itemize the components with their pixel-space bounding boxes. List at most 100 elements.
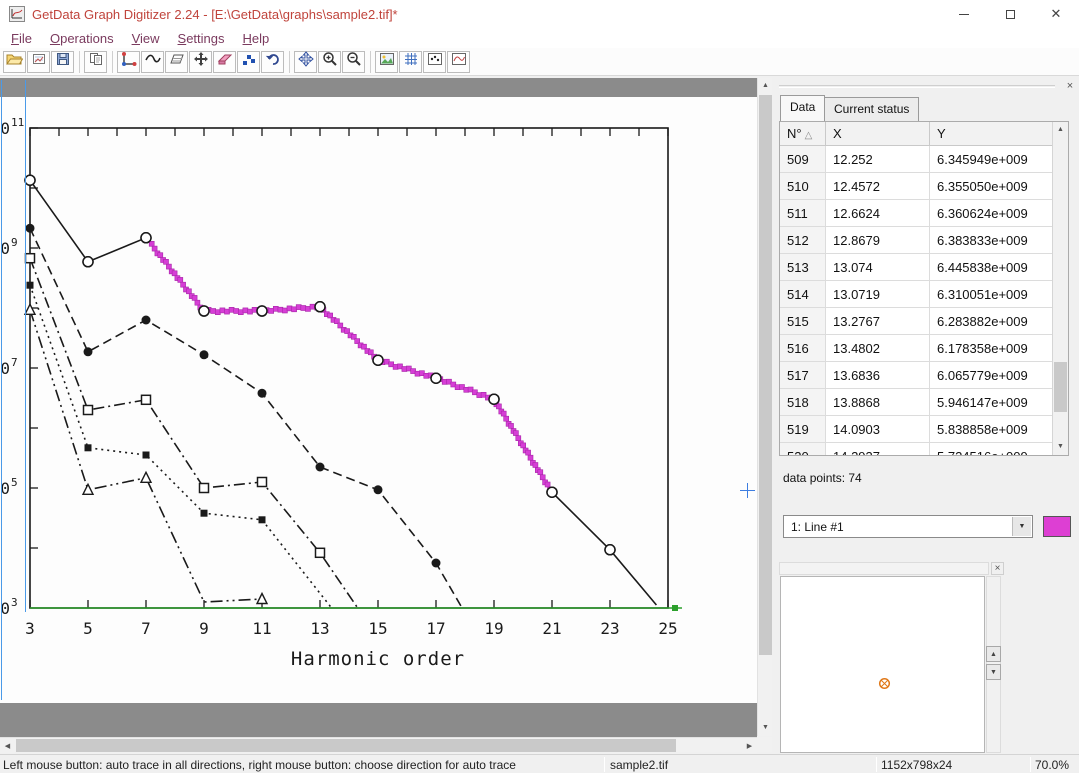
status-separator — [876, 757, 877, 772]
menu-operations[interactable]: Operations — [41, 30, 123, 47]
toolbar-button-zoom-in[interactable] — [318, 51, 341, 73]
table-row[interactable]: 51914.09035.838858e+009 — [780, 416, 1054, 443]
toolbar-button-save[interactable] — [51, 51, 74, 73]
table-scrollbar[interactable]: ▲ ▼ — [1052, 122, 1068, 455]
toolbar-button-toggle-zoom-panel[interactable] — [447, 51, 470, 73]
toolbar-button-move-image[interactable] — [189, 51, 212, 73]
panel-grip[interactable] — [779, 85, 1055, 88]
table-scroll-down-button[interactable]: ▼ — [1053, 439, 1068, 454]
svg-text:23: 23 — [600, 619, 619, 638]
toolbar-button-undo[interactable] — [261, 51, 284, 73]
x-value: 13.4802 — [826, 335, 930, 362]
zoom-in-icon — [322, 51, 338, 72]
x-value: 13.0719 — [826, 281, 930, 308]
zoom-scroll-up-button[interactable]: ▲ — [986, 646, 1001, 662]
horizontal-scrollbar[interactable]: ◀ ▶ — [0, 737, 757, 752]
menu-file[interactable]: File — [2, 30, 41, 47]
table-row[interactable]: 51813.88685.946147e+009 — [780, 389, 1054, 416]
zoom-panel-strip — [779, 562, 989, 575]
scroll-left-button[interactable]: ◀ — [0, 738, 15, 753]
menu-bar: FileOperationsViewSettingsHelp — [0, 28, 1079, 48]
zoom-scroll-down-icon: ▼ — [990, 669, 997, 676]
maximize-button[interactable] — [987, 0, 1033, 28]
column-header-number[interactable]: N°△ — [780, 122, 826, 146]
svg-text:21: 21 — [542, 619, 561, 638]
svg-text:11: 11 — [11, 116, 24, 129]
row-number: 511 — [780, 200, 826, 227]
toolbar-button-zoom-out[interactable] — [342, 51, 365, 73]
table-scroll-thumb[interactable] — [1054, 362, 1067, 412]
toolbar-button-toggle-points-panel[interactable] — [423, 51, 446, 73]
line-color-swatch[interactable] — [1043, 516, 1071, 537]
row-number: 512 — [780, 227, 826, 254]
toolbar-button-pan[interactable] — [294, 51, 317, 73]
area-select-icon — [169, 51, 185, 72]
y-value: 6.445838e+009 — [930, 254, 1054, 281]
panel-close-button[interactable]: × — [1063, 79, 1077, 93]
zoom-scroll-down-button[interactable]: ▼ — [986, 664, 1001, 680]
zoom-panel-close-button[interactable]: × — [991, 562, 1004, 575]
table-scroll-down-icon: ▼ — [1057, 443, 1064, 450]
toolbar-button-area-select[interactable] — [165, 51, 188, 73]
toolbar-button-toggle-image[interactable] — [375, 51, 398, 73]
vertical-scrollbar[interactable]: ▲ ▼ — [757, 78, 772, 736]
column-header-y[interactable]: Y — [930, 122, 1054, 146]
menu-help[interactable]: Help — [234, 30, 279, 47]
scroll-right-button[interactable]: ▶ — [742, 738, 757, 753]
y-value: 6.345949e+009 — [930, 146, 1054, 173]
data-table: N°△ X Y 50912.2526.345949e+00951012.4572… — [779, 121, 1069, 456]
close-button[interactable]: ✕ — [1033, 0, 1079, 28]
status-separator — [1030, 757, 1031, 772]
menu-view[interactable]: View — [123, 30, 169, 47]
image-margin-bottom — [0, 703, 757, 737]
toolbar-button-auto-trace[interactable] — [141, 51, 164, 73]
toolbar-button-copy[interactable] — [84, 51, 107, 73]
dropdown-arrow-button[interactable]: ▼ — [1012, 517, 1031, 536]
table-row[interactable]: 51713.68366.065779e+009 — [780, 362, 1054, 389]
toolbar-button-set-scale[interactable] — [117, 51, 140, 73]
scroll-down-button[interactable]: ▼ — [758, 720, 773, 735]
horizontal-scroll-thumb[interactable] — [16, 739, 676, 752]
scroll-up-button[interactable]: ▲ — [758, 78, 773, 93]
table-row[interactable]: 52014.29375.724516e+009 — [780, 443, 1054, 455]
row-number: 519 — [780, 416, 826, 443]
image-canvas[interactable]: 357911131517192123251031051071091011Harm… — [0, 97, 757, 703]
table-row[interactable]: 51112.66246.360624e+009 — [780, 200, 1054, 227]
scroll-down-icon: ▼ — [762, 724, 769, 731]
tab-current-status[interactable]: Current status — [824, 97, 919, 121]
toolbar-separator — [112, 51, 113, 73]
status-separator — [604, 757, 605, 772]
move-image-icon — [193, 51, 209, 72]
column-header-x[interactable]: X — [826, 122, 930, 146]
table-row[interactable]: 51613.48026.178358e+009 — [780, 335, 1054, 362]
x-value: 13.2767 — [826, 308, 930, 335]
y-axis-calibration-line[interactable] — [25, 80, 26, 612]
table-scroll-up-button[interactable]: ▲ — [1053, 122, 1068, 137]
vertical-scroll-thumb[interactable] — [759, 95, 772, 655]
minimize-button[interactable] — [941, 0, 987, 28]
table-row[interactable]: 51313.0746.445838e+009 — [780, 254, 1054, 281]
menu-settings[interactable]: Settings — [169, 30, 234, 47]
open-project-icon — [31, 51, 47, 72]
toolbar-button-toggle-grid[interactable] — [399, 51, 422, 73]
digitized-chart[interactable]: 357911131517192123251031051071091011Harm… — [0, 97, 757, 703]
row-number: 517 — [780, 362, 826, 389]
table-row[interactable]: 51413.07196.310051e+009 — [780, 281, 1054, 308]
scrollbar-corner — [757, 737, 772, 752]
toolbar-button-edit-points[interactable] — [237, 51, 260, 73]
toolbar-button-open-file[interactable] — [3, 51, 26, 73]
y-axis-calibration-line-2[interactable] — [1, 80, 2, 700]
toolbar-button-eraser[interactable] — [213, 51, 236, 73]
table-row[interactable]: 51513.27676.283882e+009 — [780, 308, 1054, 335]
table-row[interactable]: 51212.86796.383833e+009 — [780, 227, 1054, 254]
table-row[interactable]: 51012.45726.355050e+009 — [780, 173, 1054, 200]
toolbar-button-open-project[interactable] — [27, 51, 50, 73]
scroll-right-icon: ▶ — [747, 742, 752, 750]
dropdown-arrow-icon: ▼ — [1019, 523, 1026, 530]
table-row[interactable]: 50912.2526.345949e+009 — [780, 146, 1054, 173]
zoom-preview-canvas[interactable] — [780, 576, 985, 753]
app-icon — [9, 6, 25, 22]
status-hint: Left mouse button: auto trace in all dir… — [3, 758, 601, 772]
tab-data[interactable]: Data — [780, 95, 825, 121]
line-selector-dropdown[interactable]: 1: Line #1 ▼ — [783, 515, 1033, 538]
